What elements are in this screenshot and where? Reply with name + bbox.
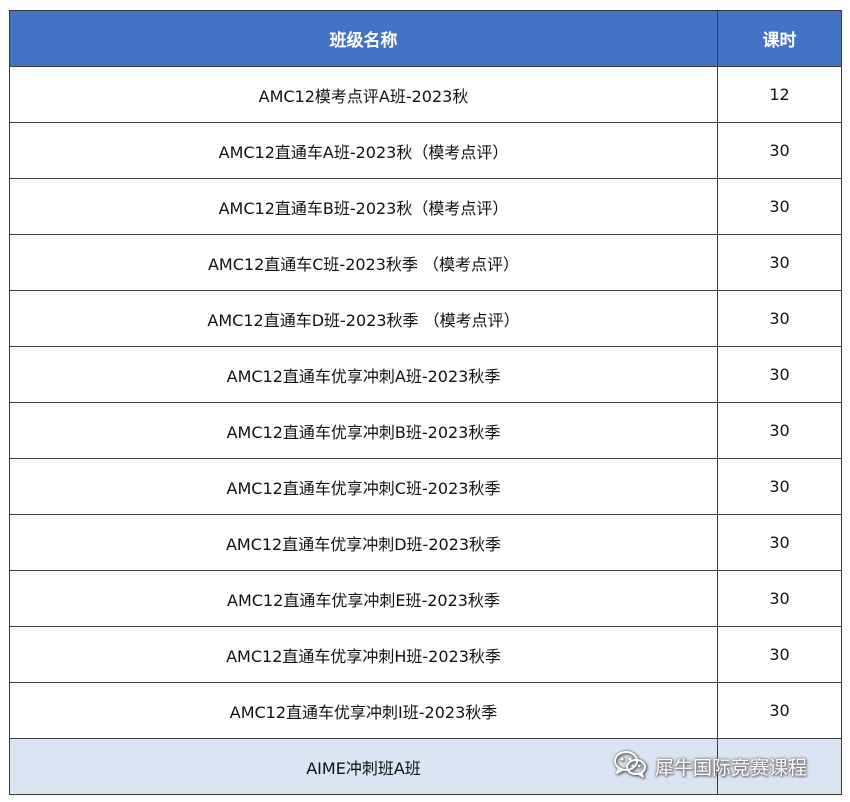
class-name-cell: AMC12直通车优享冲刺B班-2023秋季 — [9, 402, 718, 459]
class-name-cell: AMC12直通车优享冲刺C班-2023秋季 — [9, 458, 718, 515]
course-table: 班级名称 课时 AMC12模考点评A班-2023秋 12 AMC12直通车A班-… — [9, 10, 842, 795]
hours-cell: 30 — [717, 234, 842, 291]
hours-cell — [717, 738, 842, 795]
table-row: AMC12直通车优享冲刺B班-2023秋季 30 — [9, 402, 842, 459]
hours-cell: 30 — [717, 402, 842, 459]
hours-cell: 30 — [717, 122, 842, 179]
hours-cell: 30 — [717, 458, 842, 515]
table-row: AMC12模考点评A班-2023秋 12 — [9, 66, 842, 123]
hours-cell: 30 — [717, 514, 842, 571]
header-class-name: 班级名称 — [9, 10, 718, 67]
table-body: AMC12模考点评A班-2023秋 12 AMC12直通车A班-2023秋（模考… — [9, 66, 842, 795]
class-name-cell: AMC12直通车D班-2023秋季 （模考点评） — [9, 290, 718, 347]
class-name-cell: AMC12模考点评A班-2023秋 — [9, 66, 718, 123]
class-name-cell: AMC12直通车优享冲刺H班-2023秋季 — [9, 626, 718, 683]
header-row: 班级名称 课时 — [9, 10, 842, 67]
hours-cell: 12 — [717, 66, 842, 123]
table-row: AMC12直通车优享冲刺E班-2023秋季 30 — [9, 570, 842, 627]
class-name-cell: AMC12直通车A班-2023秋（模考点评） — [9, 122, 718, 179]
table-row: AMC12直通车优享冲刺H班-2023秋季 30 — [9, 626, 842, 683]
hours-cell: 30 — [717, 290, 842, 347]
table-header: 班级名称 课时 — [9, 10, 842, 67]
class-name-cell: AMC12直通车优享冲刺A班-2023秋季 — [9, 346, 718, 403]
class-name-cell: AIME冲刺班A班 — [9, 738, 718, 795]
hours-cell: 30 — [717, 570, 842, 627]
table-row: AMC12直通车B班-2023秋（模考点评） 30 — [9, 178, 842, 235]
table-row: AMC12直通车C班-2023秋季 （模考点评） 30 — [9, 234, 842, 291]
class-name-cell: AMC12直通车优享冲刺E班-2023秋季 — [9, 570, 718, 627]
table-row: AMC12直通车D班-2023秋季 （模考点评） 30 — [9, 290, 842, 347]
class-name-cell: AMC12直通车优享冲刺I班-2023秋季 — [9, 682, 718, 739]
table-row: AMC12直通车A班-2023秋（模考点评） 30 — [9, 122, 842, 179]
class-name-cell: AMC12直通车B班-2023秋（模考点评） — [9, 178, 718, 235]
class-name-cell: AMC12直通车优享冲刺D班-2023秋季 — [9, 514, 718, 571]
hours-cell: 30 — [717, 178, 842, 235]
hours-cell: 30 — [717, 626, 842, 683]
table-row: AMC12直通车优享冲刺A班-2023秋季 30 — [9, 346, 842, 403]
table-row: AMC12直通车优享冲刺C班-2023秋季 30 — [9, 458, 842, 515]
class-name-cell: AMC12直通车C班-2023秋季 （模考点评） — [9, 234, 718, 291]
hours-cell: 30 — [717, 682, 842, 739]
header-hours: 课时 — [717, 10, 842, 67]
table-row: AMC12直通车优享冲刺D班-2023秋季 30 — [9, 514, 842, 571]
table-row-highlighted: AIME冲刺班A班 — [9, 738, 842, 795]
table-row: AMC12直通车优享冲刺I班-2023秋季 30 — [9, 682, 842, 739]
hours-cell: 30 — [717, 346, 842, 403]
